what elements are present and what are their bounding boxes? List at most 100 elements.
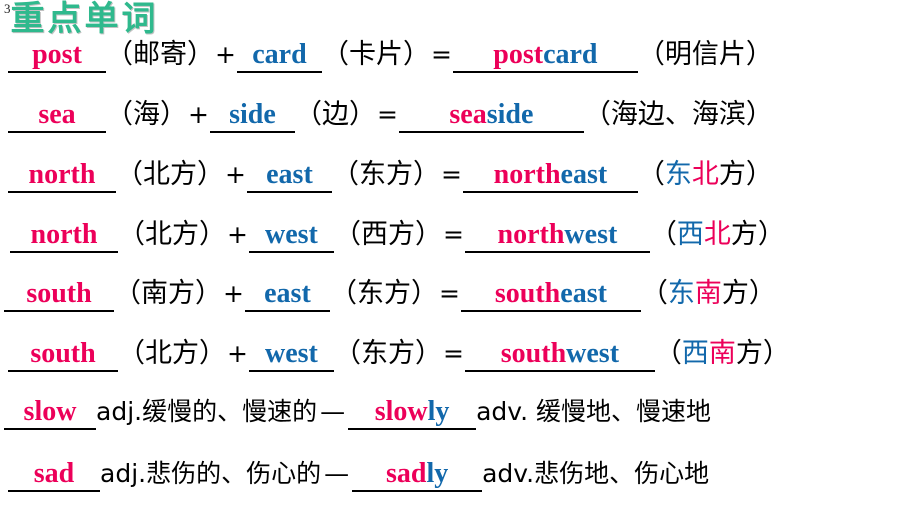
- adv-part-1: slow: [374, 396, 428, 427]
- right-gloss: （边）: [294, 99, 376, 130]
- answer-part-1: north: [497, 219, 565, 250]
- blank-left-word[interactable]: post: [8, 39, 106, 73]
- gloss-paren-close: ）: [748, 278, 776, 309]
- gloss-char-blue: 东: [667, 278, 695, 309]
- gloss-char-black: 方: [718, 159, 746, 190]
- right-gloss: （东方）: [333, 338, 442, 369]
- adv-row-sad: sad adj.悲伤的、伤心的 — sadly adv.悲伤地、伤心地: [0, 458, 920, 510]
- gloss-paren-open: （: [654, 338, 682, 369]
- gloss-paren-close: ）: [757, 219, 785, 250]
- adv-definition: adv. 缓慢地、慢速地: [476, 397, 712, 426]
- left-gloss: （北方）: [116, 159, 224, 190]
- dash-separator: —: [320, 397, 346, 426]
- answer-part-2: card: [543, 39, 598, 70]
- gloss-char-pink: 南: [694, 278, 722, 309]
- gloss-char-black: 方: [735, 338, 763, 369]
- page-title: 3 重点单词: [4, 0, 159, 38]
- adv-definition: adv.悲伤地、伤心地: [482, 459, 710, 488]
- gloss-char-black: 方: [730, 219, 758, 250]
- blank-adj-word[interactable]: slow: [4, 396, 96, 430]
- adv-part-2: ly: [426, 458, 449, 489]
- equals-sign: =: [442, 220, 464, 249]
- gloss-char-blue: 西: [676, 219, 704, 250]
- blank-right-word[interactable]: side: [209, 99, 295, 133]
- answer-part-1: south: [500, 338, 567, 369]
- blank-adv-word[interactable]: slowly: [348, 396, 477, 430]
- blank-adv-word[interactable]: sadly: [352, 458, 483, 492]
- answer-gloss: （东北方）: [638, 158, 773, 192]
- plus-sign: +: [223, 279, 244, 308]
- blank-adj-word[interactable]: sad: [8, 458, 100, 492]
- answer-part-1: south: [494, 278, 561, 309]
- adj-definition: adj.缓慢的、慢速的: [96, 397, 318, 426]
- right-gloss: （卡片）: [321, 39, 430, 70]
- right-gloss: （西方）: [333, 219, 442, 250]
- adv-row-slow: slow adj.缓慢的、慢速的 — slowly adv. 缓慢地、慢速地: [0, 396, 920, 448]
- gloss-paren-open: （: [640, 278, 668, 309]
- blank-right-word[interactable]: west: [248, 219, 334, 253]
- word-row-seaside: sea （海） + side （边） = seaside （海边、海滨）: [0, 98, 920, 150]
- gloss-char-pink: 北: [691, 159, 719, 190]
- word-row-southwest: south （北方） + west （东方） = southwest （西南方）: [0, 337, 920, 389]
- gloss-char-blue: 东: [664, 159, 692, 190]
- blank-right-word[interactable]: west: [248, 338, 334, 372]
- answer-part-2: west: [566, 338, 620, 369]
- blank-left-word[interactable]: sea: [8, 99, 106, 133]
- answer-part-1: sea: [449, 99, 487, 130]
- gloss-char-pink: 南: [708, 338, 736, 369]
- equals-sign: =: [438, 279, 460, 308]
- gloss-paren-open: （: [649, 219, 677, 250]
- equals-sign: =: [430, 40, 452, 69]
- plus-sign: +: [215, 40, 236, 69]
- word-row-northwest: north （北方） + west （西方） = northwest （西北方）: [0, 218, 920, 270]
- equals-sign: =: [442, 339, 464, 368]
- gloss-paren-open: （: [637, 159, 665, 190]
- blank-answer[interactable]: southeast: [460, 278, 641, 312]
- slide-canvas: 3 重点单词 post （邮寄） + card （卡片） = postcard …: [0, 0, 920, 518]
- word-row-northeast: north （北方） + east （东方） = northeast （东北方）: [0, 158, 920, 210]
- plus-sign: +: [225, 160, 246, 189]
- left-gloss: （海）: [106, 99, 187, 130]
- adj-definition: adj.悲伤的、伤心的: [100, 459, 322, 488]
- answer-part-2: side: [486, 99, 534, 130]
- answer-part-1: post: [493, 39, 544, 70]
- adv-part-2: ly: [427, 396, 450, 427]
- left-gloss: （邮寄）: [106, 39, 214, 70]
- blank-answer[interactable]: seaside: [398, 99, 584, 133]
- answer-gloss: （西北方）: [650, 218, 785, 252]
- word-row-southeast: south （南方） + east （东方） = southeast （东南方）: [0, 277, 920, 329]
- answer-part-1: north: [493, 159, 561, 190]
- blank-answer[interactable]: northwest: [464, 219, 650, 253]
- answer-gloss: （明信片）: [637, 39, 773, 70]
- blank-right-word[interactable]: east: [246, 159, 332, 193]
- left-gloss: （北方）: [118, 219, 226, 250]
- equals-sign: =: [440, 160, 462, 189]
- page-title-text: 重点单词: [10, 0, 159, 39]
- answer-gloss: （东南方）: [641, 277, 776, 311]
- blank-right-word[interactable]: east: [244, 278, 330, 312]
- blank-answer[interactable]: southwest: [464, 338, 655, 372]
- right-gloss: （东方）: [331, 159, 440, 190]
- blank-left-word[interactable]: north: [8, 159, 116, 193]
- gloss-paren-close: ）: [762, 338, 790, 369]
- answer-gloss: （西南方）: [655, 337, 790, 371]
- gloss-char-pink: 北: [703, 219, 731, 250]
- blank-right-word[interactable]: card: [236, 39, 322, 73]
- answer-gloss: （海边、海滨）: [583, 99, 773, 130]
- answer-part-2: east: [560, 159, 608, 190]
- blank-answer[interactable]: northeast: [462, 159, 638, 193]
- blank-answer[interactable]: postcard: [452, 39, 638, 73]
- gloss-char-black: 方: [721, 278, 749, 309]
- adv-part-1: sad: [385, 458, 427, 489]
- blank-left-word[interactable]: north: [10, 219, 118, 253]
- blank-left-word[interactable]: south: [4, 278, 114, 312]
- left-gloss: （南方）: [114, 278, 222, 309]
- word-row-postcard: post （邮寄） + card （卡片） = postcard （明信片）: [0, 38, 920, 90]
- equals-sign: =: [376, 100, 398, 129]
- blank-left-word[interactable]: south: [8, 338, 118, 372]
- gloss-char-blue: 西: [681, 338, 709, 369]
- dash-separator: —: [324, 459, 350, 488]
- plus-sign: +: [188, 100, 209, 129]
- answer-part-2: east: [560, 278, 607, 309]
- plus-sign: +: [227, 339, 248, 368]
